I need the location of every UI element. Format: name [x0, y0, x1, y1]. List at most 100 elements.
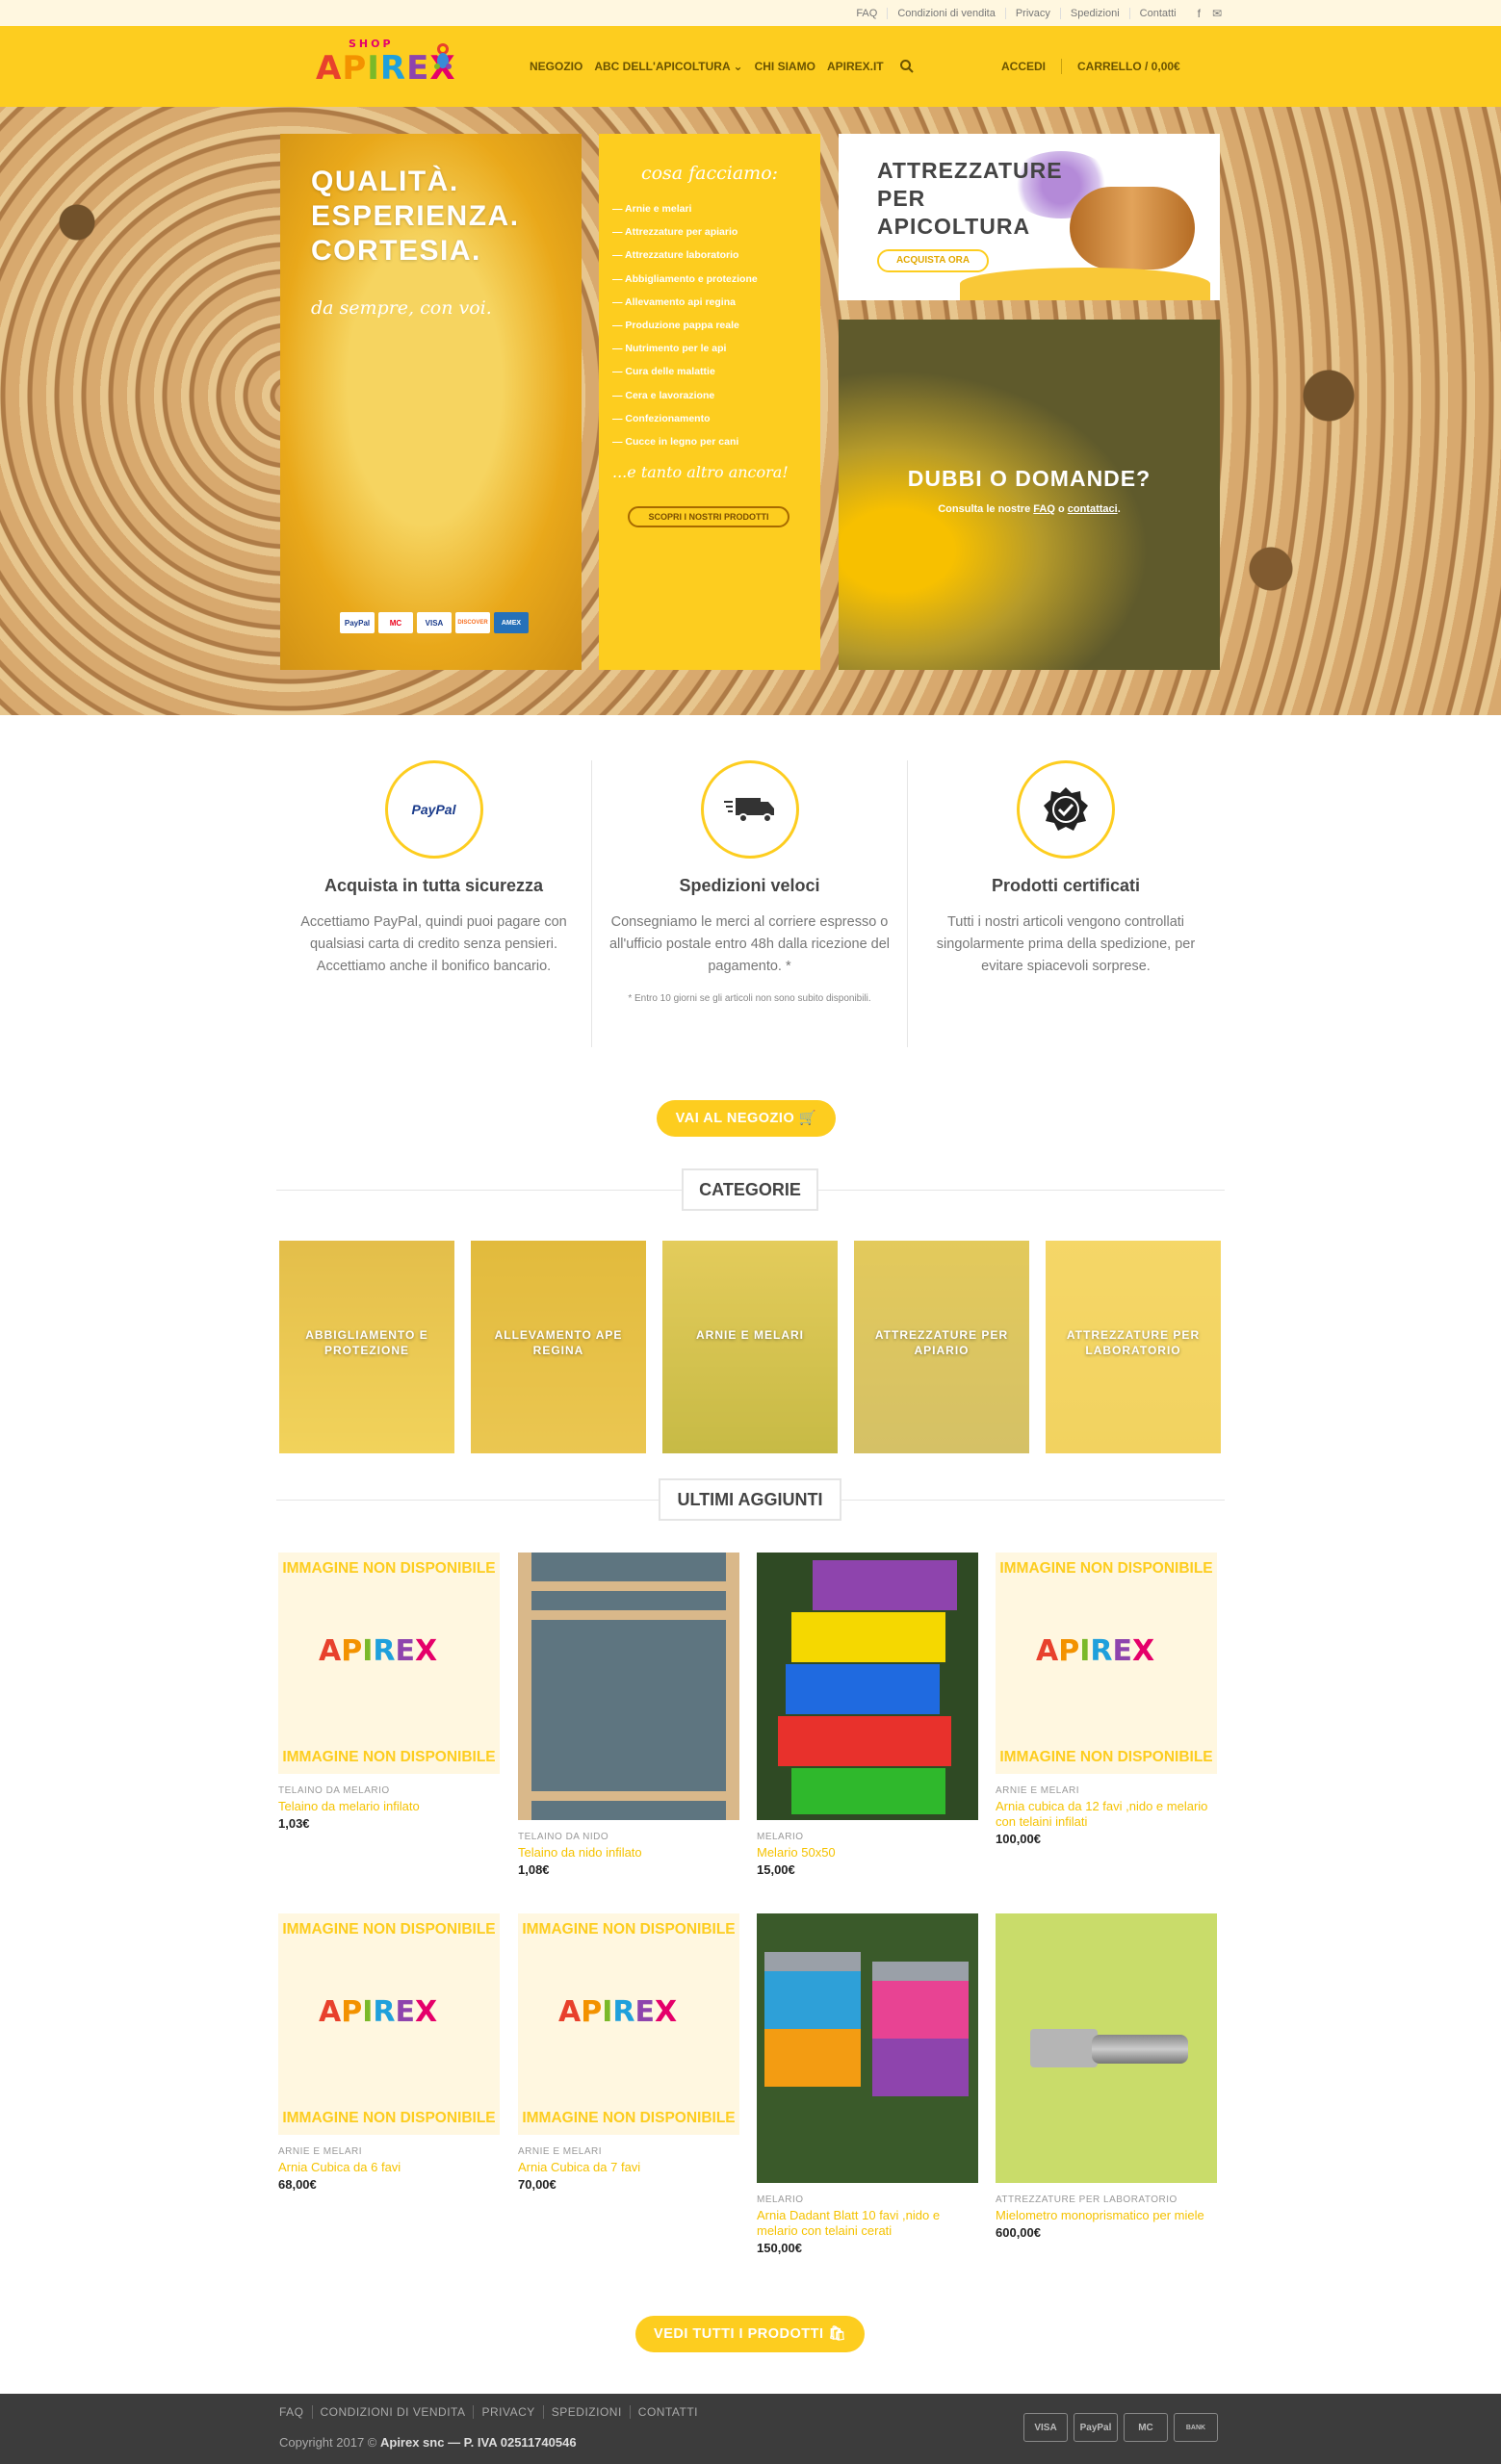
hero-banner: QUALITÀ. ESPERIENZA. CORTESIA. da sempre…	[0, 107, 1501, 715]
category-attrezzature-apiario[interactable]: ATTREZZATURE PER APIARIO	[854, 1241, 1029, 1453]
discover-products-button[interactable]: SCOPRI I NOSTRI PRODOTTI	[628, 506, 789, 527]
feature-note: * Entro 10 giorni se gli articoli non so…	[628, 993, 871, 1004]
footer-link-faq[interactable]: FAQ	[279, 2405, 313, 2419]
frame-product-image	[518, 1553, 739, 1820]
services-title: cosa facciamo:	[640, 163, 779, 184]
list-item: — Abbigliamento e protezione	[612, 272, 758, 285]
category-arnie-melari[interactable]: ARNIE E MELARI	[662, 1241, 838, 1453]
top-link-condizioni[interactable]: Condizioni di vendita	[888, 7, 1006, 19]
product-name[interactable]: Melario 50x50	[757, 1845, 978, 1861]
product-card[interactable]: IMMAGINE NON DISPONIBILE APIREX IMMAGINE…	[278, 1913, 500, 2192]
paypal-card-icon: PayPal	[340, 612, 375, 633]
product-price: 1,08€	[518, 1862, 550, 1877]
services-list: — Arnie e melari — Attrezzature per apia…	[612, 197, 820, 453]
services-more: ...e tanto altro ancora!	[612, 463, 789, 482]
product-placeholder-image: IMMAGINE NON DISPONIBILE APIREX IMMAGINE…	[996, 1553, 1217, 1774]
search-icon[interactable]	[899, 59, 915, 74]
contact-link[interactable]: contattaci	[1068, 503, 1118, 515]
hero-tagline: da sempre, con voi.	[311, 297, 492, 319]
product-category: ARNIE E MELARI	[996, 1785, 1080, 1796]
category-attrezzature-laboratorio[interactable]: ATTREZZATURE PER LABORATORIO	[1046, 1241, 1221, 1453]
bank-transfer-icon: BANK	[1174, 2413, 1218, 2442]
feature-title: Acquista in tutta sicurezza	[323, 876, 544, 895]
discover-icon: DISCOVER	[455, 612, 490, 633]
hero-headline: QUALITÀ. ESPERIENZA. CORTESIA.	[311, 166, 520, 267]
product-name[interactable]: Arnia Cubica da 7 favi	[518, 2160, 739, 2175]
product-name[interactable]: Arnia cubica da 12 favi ,nido e melario …	[996, 1799, 1217, 1830]
paypal-icon: PayPal	[1074, 2413, 1118, 2442]
product-card[interactable]: MELARIO Melario 50x50 15,00€	[757, 1553, 978, 1877]
product-card[interactable]: TELAINO DA NIDO Telaino da nido infilato…	[518, 1553, 739, 1877]
footer-link-contatti[interactable]: CONTATTI	[631, 2405, 706, 2419]
feature-desc: Tutti i nostri articoli vengono controll…	[936, 914, 1196, 974]
category-abbigliamento[interactable]: ABBIGLIAMENTO E PROTEZIONE	[279, 1241, 454, 1453]
feature-secure: PayPal Acquista in tutta sicurezza Accet…	[276, 760, 592, 1047]
payment-methods: PayPal MC VISA DISCOVER AMEX	[340, 612, 529, 633]
product-card[interactable]: IMMAGINE NON DISPONIBILE APIREX IMMAGINE…	[278, 1553, 500, 1831]
latest-title: ULTIMI AGGIUNTI	[659, 1478, 841, 1521]
mail-icon[interactable]: ✉	[1212, 7, 1222, 20]
top-link-contatti[interactable]: Contatti	[1130, 8, 1186, 19]
honey-plate-image	[960, 268, 1210, 300]
product-category: TELAINO DA MELARIO	[278, 1785, 390, 1796]
login-link[interactable]: ACCEDI	[1001, 60, 1046, 73]
product-card[interactable]: ATTREZZATURE PER LABORATORIO Mielometro …	[996, 1913, 1217, 2240]
footer-link-spedizioni[interactable]: SPEDIZIONI	[544, 2405, 631, 2419]
faq-title: DUBBI O DOMANDE?	[907, 466, 1152, 491]
product-name[interactable]: Telaino da melario infilato	[278, 1799, 500, 1814]
nav-chi-siamo[interactable]: CHI SIAMO	[755, 60, 815, 73]
latest-header: ULTIMI AGGIUNTI	[276, 1478, 1225, 1521]
cart-link[interactable]: CARRELLO / 0,00€	[1077, 60, 1180, 73]
product-name[interactable]: Arnia Dadant Blatt 10 favi ,nido e melar…	[757, 2208, 978, 2239]
top-link-faq[interactable]: FAQ	[846, 7, 889, 19]
product-placeholder-image: IMMAGINE NON DISPONIBILE APIREX IMMAGINE…	[278, 1913, 500, 2135]
nav-abc-apicoltura[interactable]: ABC DELL'APICOLTURA ⌄	[594, 60, 742, 73]
nav-negozio[interactable]: NEGOZIO	[530, 60, 582, 73]
product-category: MELARIO	[757, 1832, 804, 1842]
product-card[interactable]: IMMAGINE NON DISPONIBILE APIREX IMMAGINE…	[996, 1553, 1217, 1846]
product-category: ARNIE E MELARI	[278, 2146, 363, 2157]
top-link-privacy[interactable]: Privacy	[1006, 7, 1061, 19]
list-item: — Allevamento api regina	[612, 295, 736, 308]
hero-panel-services: cosa facciamo: — Arnie e melari — Attrez…	[599, 134, 820, 670]
product-name[interactable]: Telaino da nido infilato	[518, 1845, 739, 1861]
hero-panel-promo[interactable]: ATTREZZATURE PER APICOLTURA ACQUISTA ORA	[839, 134, 1220, 300]
feature-title: Spedizioni veloci	[679, 876, 820, 895]
faq-link[interactable]: FAQ	[1033, 503, 1055, 515]
feature-title: Prodotti certificati	[991, 876, 1141, 895]
list-item: — Attrezzature laboratorio	[612, 249, 739, 262]
product-placeholder-image: IMMAGINE NON DISPONIBILE APIREX IMMAGINE…	[278, 1553, 500, 1774]
footer-links: FAQ CONDIZIONI DI VENDITA PRIVACY SPEDIZ…	[279, 2405, 706, 2419]
product-price: 150,00€	[757, 2241, 802, 2255]
all-products-button[interactable]: VEDI TUTTI I PRODOTTI 🛍	[635, 2316, 865, 2352]
product-price: 1,03€	[278, 1816, 310, 1831]
list-item: — Confezionamento	[612, 412, 711, 424]
footer-link-privacy[interactable]: PRIVACY	[474, 2405, 544, 2419]
bee-mascot-icon	[434, 43, 452, 69]
feature-shipping: Spedizioni veloci Consegniamo le merci a…	[592, 760, 908, 1047]
product-category: MELARIO	[757, 2194, 804, 2205]
top-link-spedizioni[interactable]: Spedizioni	[1061, 7, 1130, 19]
facebook-icon[interactable]: f	[1198, 7, 1201, 20]
certified-badge-icon	[1017, 760, 1115, 859]
product-name[interactable]: Arnia Cubica da 6 favi	[278, 2160, 500, 2175]
nav-divider	[1061, 59, 1063, 74]
site-logo[interactable]: SHOP APIREX	[314, 38, 456, 95]
main-header: SHOP APIREX NEGOZIO ABC DELL'APICOLTURA …	[0, 26, 1501, 107]
list-item: — Produzione pappa reale	[612, 320, 739, 332]
category-allevamento[interactable]: ALLEVAMENTO APE REGINA	[471, 1241, 646, 1453]
product-card[interactable]: MELARIO Arnia Dadant Blatt 10 favi ,nido…	[757, 1913, 978, 2255]
product-card[interactable]: IMMAGINE NON DISPONIBILE APIREX IMMAGINE…	[518, 1913, 739, 2192]
buy-now-button[interactable]: ACQUISTA ORA	[877, 249, 989, 272]
product-category: ARNIE E MELARI	[518, 2146, 603, 2157]
categories-title: CATEGORIE	[682, 1168, 818, 1211]
dadant-hive-product-image	[757, 1913, 978, 2183]
mastercard-icon: MC	[378, 612, 413, 633]
categories-header: CATEGORIE	[276, 1168, 1225, 1211]
shop-button[interactable]: VAI AL NEGOZIO 🛒	[657, 1100, 836, 1137]
promo-title: ATTREZZATURE PER APICOLTURA	[877, 158, 1063, 239]
footer-link-condizioni[interactable]: CONDIZIONI DI VENDITA	[313, 2405, 475, 2419]
apirex-logo-image: APIREX	[319, 1634, 438, 1668]
product-name[interactable]: Mielometro monoprismatico per miele	[996, 2208, 1217, 2223]
nav-apirex-it[interactable]: APIREX.IT	[827, 60, 884, 73]
